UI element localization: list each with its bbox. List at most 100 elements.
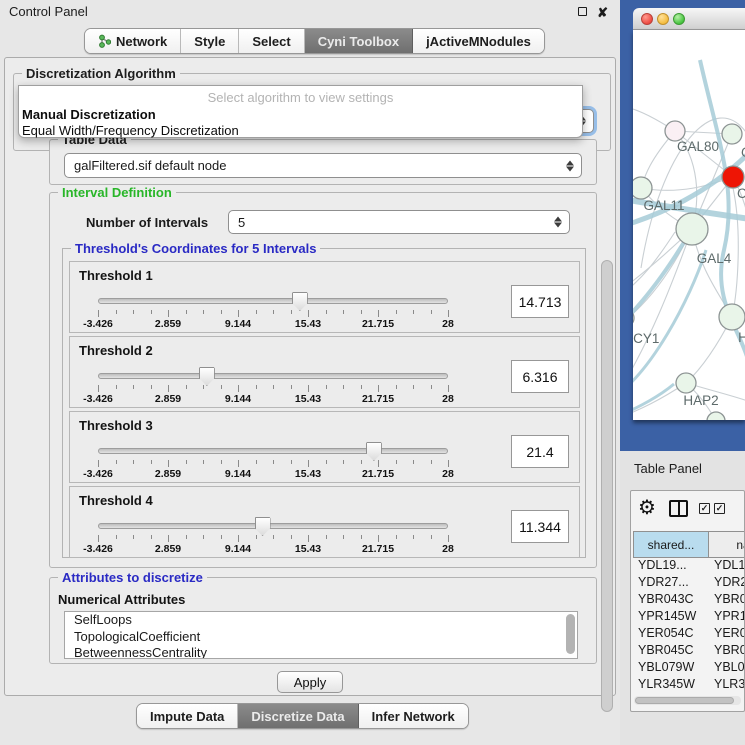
algorithm-placeholder-option[interactable]: Select algorithm to view settings: [19, 90, 582, 105]
node-label: GCY1: [633, 331, 659, 346]
thresholds-group: Threshold's Coordinates for 5 Intervals …: [62, 248, 586, 558]
table-row[interactable]: YPR145WYPR1: [633, 609, 745, 626]
table-row[interactable]: YBR045CYBR0: [633, 643, 745, 660]
threshold-label: Threshold 4: [79, 493, 153, 508]
control-panel-tab-bar: Network Style SelectCyni ToolboxjActiveMNo…: [84, 28, 545, 54]
number-of-intervals-label: Number of Intervals: [86, 215, 208, 230]
network-window-frame: GAL80GAL11GAL4GCY1HHAP2GAC: [620, 0, 745, 451]
table-column-header[interactable]: shared...: [633, 531, 709, 558]
number-of-intervals-combobox[interactable]: 5: [228, 210, 570, 234]
tick-mark: [168, 460, 169, 467]
tab-impute-data[interactable]: Impute Data: [137, 704, 238, 728]
tab-network[interactable]: Network: [85, 29, 181, 53]
scale-label: 21.715: [362, 318, 394, 330]
tick-mark: [256, 460, 257, 464]
tab-cyni-toolbox[interactable]: Cyni Toolbox: [305, 29, 413, 53]
table-row[interactable]: YLR345WYLR3: [633, 677, 745, 694]
tick-mark: [361, 385, 362, 389]
tab-jactivemnodules[interactable]: jActiveMNodules: [413, 29, 544, 53]
tab-discretize-data[interactable]: Discretize Data: [238, 704, 358, 728]
slider-ticks: [98, 460, 448, 468]
table-row[interactable]: YDL19...YDL1: [633, 558, 745, 575]
zoom-traffic-light-icon[interactable]: [673, 13, 685, 25]
gear-icon[interactable]: ⚙: [638, 495, 656, 520]
algorithm-option-manual[interactable]: Manual Discretization: [22, 107, 156, 122]
table-cell: YBR043C: [633, 592, 709, 609]
network-node[interactable]: [707, 412, 725, 420]
network-canvas[interactable]: GAL80GAL11GAL4GCY1HHAP2GAC: [633, 30, 745, 420]
tick-mark: [326, 535, 327, 539]
scale-label: 2.859: [155, 543, 181, 555]
network-node[interactable]: [676, 213, 708, 245]
table-row[interactable]: YBL079WYBL0: [633, 660, 745, 677]
float-window-icon[interactable]: [578, 7, 587, 16]
network-node[interactable]: [676, 373, 696, 393]
slider-handle[interactable]: [366, 442, 382, 461]
control-panel-titlebar: Control Panel ✘: [0, 0, 620, 22]
tick-mark: [203, 460, 204, 464]
threshold-slider[interactable]: [98, 448, 448, 454]
tab-label: Style: [194, 34, 225, 49]
slider-handle[interactable]: [199, 367, 215, 386]
slider-handle[interactable]: [292, 292, 308, 311]
table-data-combobox[interactable]: galFiltered.sif default node: [64, 153, 582, 178]
scrollbar-thumb[interactable]: [635, 697, 734, 704]
table-row[interactable]: YBR043CYBR0: [633, 592, 745, 609]
tab-select[interactable]: Select: [239, 29, 304, 53]
scale-label: 9.144: [225, 468, 251, 480]
checkbox-select-icon[interactable]: ✓: [699, 503, 710, 514]
tick-mark: [326, 385, 327, 389]
table-header-row: shared...na: [633, 531, 745, 558]
close-traffic-light-icon[interactable]: [641, 13, 653, 25]
scale-label: 28: [442, 468, 454, 480]
node-label: GAL80: [677, 139, 719, 154]
tick-mark: [308, 310, 309, 317]
network-node[interactable]: [722, 124, 742, 144]
network-node[interactable]: [633, 177, 652, 199]
apply-button[interactable]: Apply: [277, 671, 343, 693]
tick-mark: [221, 310, 222, 314]
attribute-list-item[interactable]: SelfLoops: [65, 612, 577, 629]
network-node[interactable]: [665, 121, 685, 141]
tick-mark: [448, 535, 449, 542]
tab-infer-network[interactable]: Infer Network: [359, 704, 468, 728]
attribute-list-item[interactable]: BetweennessCentrality: [65, 645, 577, 659]
algorithm-option-equal-width[interactable]: Equal Width/Frequency Discretization: [22, 123, 239, 138]
tick-mark: [151, 385, 152, 389]
scale-label: 2.859: [155, 318, 181, 330]
threshold-value-field[interactable]: 14.713: [511, 285, 569, 318]
list-scrollbar[interactable]: [566, 614, 575, 654]
table-horizontal-scrollbar[interactable]: [634, 696, 741, 705]
tick-mark: [273, 535, 274, 539]
close-icon[interactable]: ✘: [597, 5, 608, 21]
scrollbar-thumb[interactable]: [601, 260, 613, 712]
threshold-value-field[interactable]: 21.4: [511, 435, 569, 468]
tick-mark: [203, 385, 204, 389]
threshold-slider[interactable]: [98, 373, 448, 379]
network-window-titlebar[interactable]: [633, 8, 745, 30]
control-panel-scrollbar[interactable]: [600, 186, 614, 745]
scale-label: -3.426: [83, 543, 113, 555]
threshold-slider[interactable]: [98, 523, 448, 529]
network-node[interactable]: [722, 166, 744, 188]
table-column-header[interactable]: na: [708, 531, 745, 558]
table-row[interactable]: YDR27...YDR2: [633, 575, 745, 592]
table-cell: YPR1: [709, 609, 745, 626]
threshold-value-field[interactable]: 6.316: [511, 360, 569, 393]
tick-mark: [98, 460, 99, 467]
threshold-slider[interactable]: [98, 298, 448, 304]
minimize-traffic-light-icon[interactable]: [657, 13, 669, 25]
scale-label: 2.859: [155, 468, 181, 480]
tab-style[interactable]: Style: [181, 29, 239, 53]
split-columns-icon[interactable]: [669, 500, 688, 517]
network-node[interactable]: [719, 304, 745, 330]
node-label: GAL4: [697, 251, 732, 266]
attribute-list-item[interactable]: TopologicalCoefficient: [65, 629, 577, 646]
threshold-value-field[interactable]: 11.344: [511, 510, 569, 543]
numerical-attributes-list[interactable]: SelfLoopsTopologicalCoefficientBetweenne…: [64, 611, 578, 659]
checkbox-select-icon[interactable]: ✓: [714, 503, 725, 514]
slider-scale: -3.4262.8599.14415.4321.71528: [98, 543, 448, 555]
tick-mark: [273, 460, 274, 464]
slider-handle[interactable]: [255, 517, 271, 536]
table-row[interactable]: YER054CYER0: [633, 626, 745, 643]
